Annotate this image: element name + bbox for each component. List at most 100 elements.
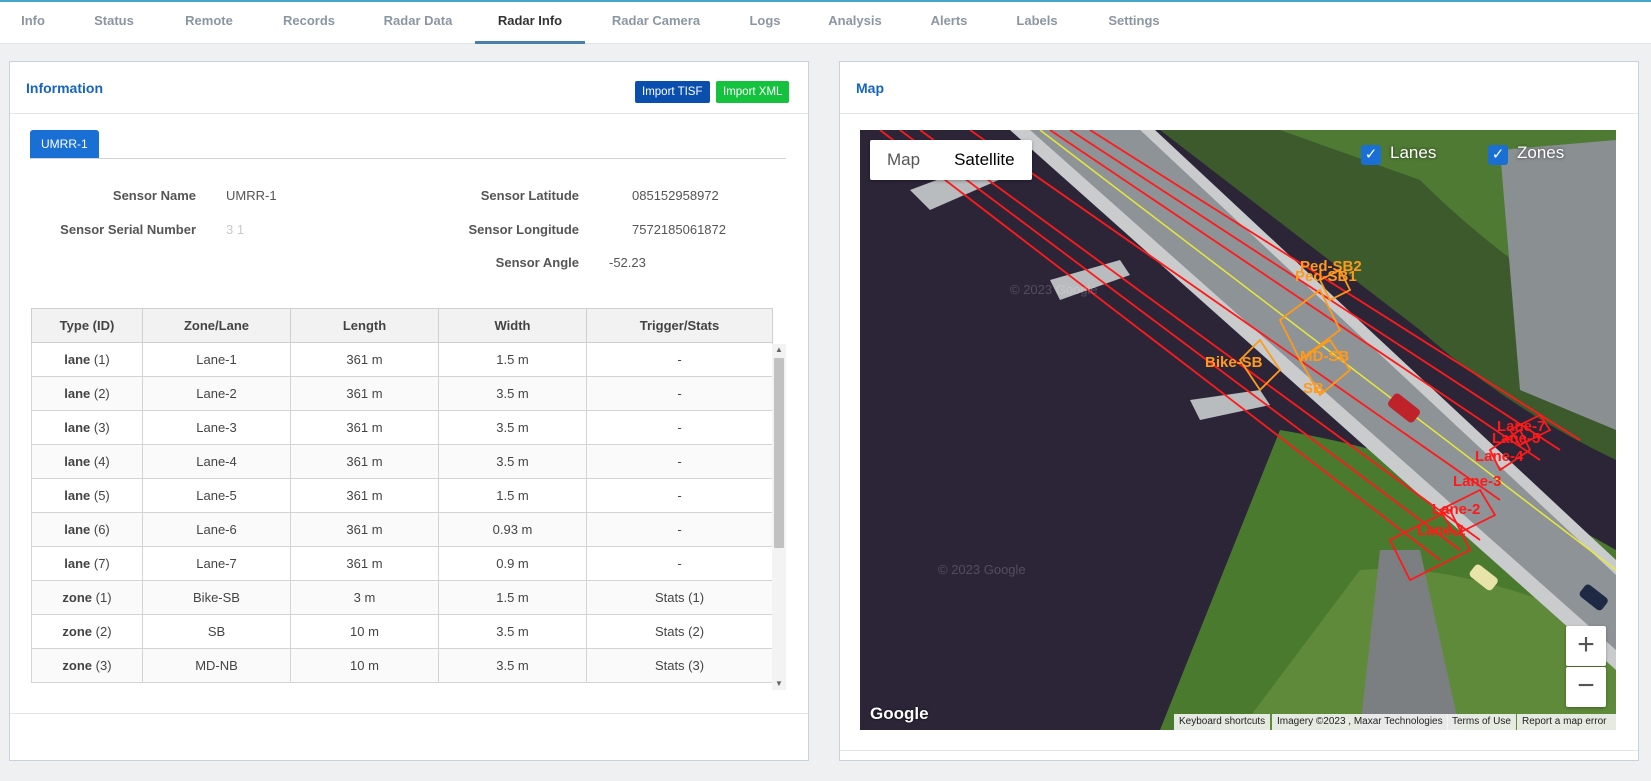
- cell-zone-lane: Lane-7: [142, 546, 291, 581]
- cell-length: 361 m: [290, 342, 439, 377]
- scroll-down-icon[interactable]: ▼: [772, 678, 786, 690]
- zoom-in-button[interactable]: +: [1566, 626, 1606, 666]
- row-id: (3): [93, 420, 110, 435]
- cell-zone-lane: Bike-SB: [142, 580, 291, 615]
- map-label-lane-1: Lane-1: [1417, 522, 1466, 539]
- cell-width: 1.5 m: [438, 342, 587, 377]
- zones-label: Zones: [1517, 143, 1565, 162]
- table-row[interactable]: zone (3) MD-NB 10 m 3.5 m Stats (3): [31, 648, 773, 683]
- cell-length: 361 m: [290, 444, 439, 479]
- table-row[interactable]: lane (7) Lane-7 361 m 0.9 m-: [31, 546, 773, 581]
- header-type-id[interactable]: Type (ID): [31, 308, 143, 343]
- row-id: (1): [93, 352, 110, 367]
- map-type-map-button[interactable]: Map: [870, 140, 937, 180]
- report-map-error-link[interactable]: Report a map error: [1517, 714, 1616, 730]
- cell-type-id: lane (1): [31, 342, 143, 377]
- tab-remote[interactable]: Remote: [180, 2, 238, 44]
- table-row[interactable]: lane (4) Lane-4 361 m 3.5 m-: [31, 444, 773, 479]
- cell-zone-lane: Lane-5: [142, 478, 291, 513]
- sensor-name-label: Sensor Name: [112, 188, 196, 203]
- cell-length: 10 m: [290, 648, 439, 683]
- map-panel-footer-divider: [840, 750, 1638, 751]
- tab-info[interactable]: Info: [14, 2, 52, 44]
- cell-trigger-stats: Stats (2): [586, 614, 773, 649]
- row-id: (2): [93, 386, 110, 401]
- cell-type-id: lane (6): [31, 512, 143, 547]
- tab-radar-info[interactable]: Radar Info: [475, 2, 585, 44]
- tab-radar-data[interactable]: Radar Data: [378, 2, 458, 44]
- cell-type-id: lane (4): [31, 444, 143, 479]
- cell-width: 3.5 m: [438, 410, 587, 445]
- row-id: (4): [93, 454, 110, 469]
- cell-zone-lane: Lane-3: [142, 410, 291, 445]
- tab-logs[interactable]: Logs: [745, 2, 785, 44]
- zones-checkbox[interactable]: ✓: [1488, 145, 1508, 165]
- import-xml-button[interactable]: Import XML: [716, 81, 790, 103]
- map-watermark-2: © 2023 Google: [938, 562, 1026, 577]
- header-length[interactable]: Length: [290, 308, 439, 343]
- row-id: (6): [93, 522, 110, 537]
- table-row[interactable]: zone (1) Bike-SB 3 m 1.5 m Stats (1): [31, 580, 773, 615]
- header-zone-lane[interactable]: Zone/Lane: [142, 308, 291, 343]
- import-tisf-button[interactable]: Import TISF: [635, 81, 710, 103]
- keyboard-shortcuts-link[interactable]: Keyboard shortcuts: [1174, 714, 1271, 730]
- table-row[interactable]: zone (2) SB 10 m 3.5 m Stats (2): [31, 614, 773, 649]
- table-row[interactable]: lane (2) Lane-2 361 m 3.5 m-: [31, 376, 773, 411]
- tab-records[interactable]: Records: [277, 2, 341, 44]
- cell-type-id: zone (2): [31, 614, 143, 649]
- row-type: zone: [62, 658, 93, 673]
- cell-trigger-stats: Stats (3): [586, 648, 773, 683]
- zoom-out-button[interactable]: −: [1566, 667, 1606, 707]
- terms-of-use-link[interactable]: Terms of Use: [1447, 714, 1516, 730]
- tab-settings[interactable]: Settings: [1102, 2, 1166, 44]
- header-width[interactable]: Width: [438, 308, 587, 343]
- lanes-checkbox[interactable]: ✓: [1361, 145, 1381, 165]
- table-row[interactable]: lane (1) Lane-1 361 m 1.5 m-: [31, 342, 773, 377]
- cell-trigger-stats: Stats (1): [586, 580, 773, 615]
- sensor-serial-value: 3 1: [226, 222, 245, 237]
- cell-width: 0.9 m: [438, 546, 587, 581]
- cell-trigger-stats: -: [586, 478, 773, 513]
- cell-zone-lane: MD-NB: [142, 648, 291, 683]
- row-type: lane: [64, 386, 91, 401]
- sensor-latitude-label: Sensor Latitude: [480, 188, 579, 203]
- sensor-name-value: UMRR-1: [226, 188, 277, 203]
- cell-trigger-stats: -: [586, 376, 773, 411]
- row-type: lane: [64, 454, 91, 469]
- cell-trigger-stats: -: [586, 546, 773, 581]
- table-row[interactable]: lane (5) Lane-5 361 m 1.5 m-: [31, 478, 773, 513]
- tab-radar-camera[interactable]: Radar Camera: [606, 2, 706, 44]
- panel-footer-divider: [10, 713, 808, 714]
- map-view[interactable]: Lane-1 Lane-2 Lane-3 Lane-4 Lane-5 Lane-…: [860, 130, 1616, 730]
- map-label-lane-2: Lane-2: [1432, 501, 1481, 518]
- cell-zone-lane: SB: [142, 614, 291, 649]
- tab-analysis[interactable]: Analysis: [821, 2, 889, 44]
- map-label-ped-sb1: Ped-SB1: [1295, 268, 1357, 285]
- cell-type-id: lane (7): [31, 546, 143, 581]
- row-type: lane: [64, 352, 91, 367]
- map-label-sb: SB: [1303, 380, 1324, 397]
- table-row[interactable]: lane (3) Lane-3 361 m 3.5 m-: [31, 410, 773, 445]
- header-trigger-stats[interactable]: Trigger/Stats: [586, 308, 773, 343]
- row-type: zone: [62, 590, 93, 605]
- tab-labels[interactable]: Labels: [1013, 2, 1061, 44]
- row-id: (5): [93, 488, 110, 503]
- sensor-latitude-value: 085152958972: [632, 188, 719, 203]
- cell-length: 361 m: [290, 410, 439, 445]
- cell-width: 1.5 m: [438, 580, 587, 615]
- scroll-up-icon[interactable]: ▲: [772, 344, 786, 356]
- map-type-satellite-button[interactable]: Satellite: [937, 140, 1031, 180]
- row-type: lane: [64, 522, 91, 537]
- table-row[interactable]: lane (6) Lane-6 361 m 0.93 m-: [31, 512, 773, 547]
- cell-trigger-stats: -: [586, 342, 773, 377]
- cell-trigger-stats: -: [586, 444, 773, 479]
- sensor-longitude-value: 7572185061872: [632, 222, 726, 237]
- row-type: zone: [62, 624, 93, 639]
- tab-status[interactable]: Status: [88, 2, 140, 44]
- map-label-bike-sb: Bike-SB: [1205, 354, 1263, 371]
- cell-width: 1.5 m: [438, 478, 587, 513]
- tab-alerts[interactable]: Alerts: [926, 2, 972, 44]
- table-scrollbar-thumb[interactable]: [774, 358, 784, 548]
- sensor-tab-umrr-1[interactable]: UMRR-1: [30, 130, 99, 159]
- cell-width: 3.5 m: [438, 444, 587, 479]
